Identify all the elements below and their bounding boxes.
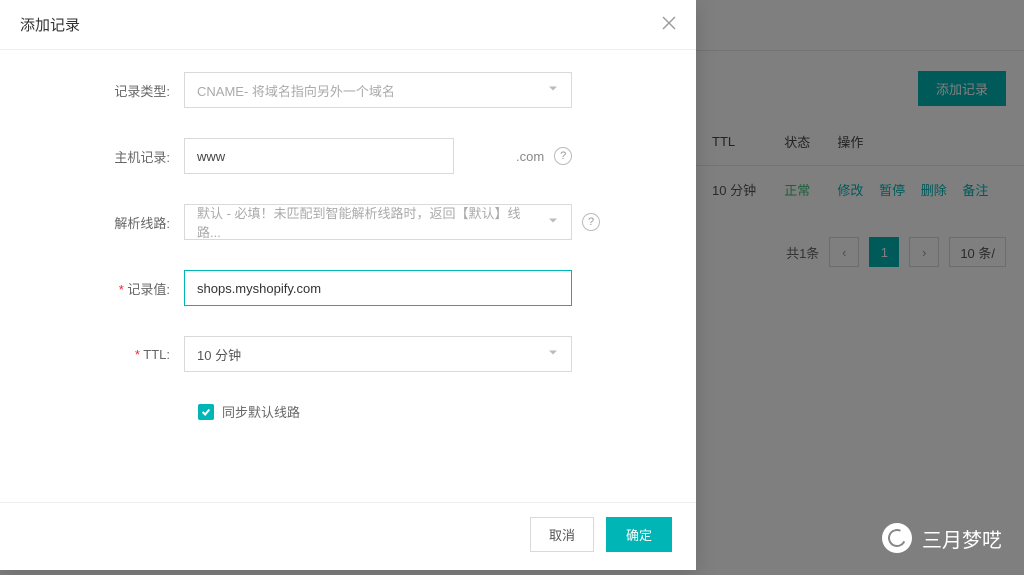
add-record-modal: 添加记录 记录类型: CNAME- 将域名指向另外一个域名 主机记录: <box>0 0 696 570</box>
label-line: 解析线路: <box>24 213 184 232</box>
watermark-text: 三月梦呓 <box>922 524 1002 553</box>
row-line: 解析线路: 默认 - 必填！未匹配到智能解析线路时，返回【默认】线路... ? <box>24 204 672 240</box>
chevron-down-icon <box>547 347 559 362</box>
host-input[interactable] <box>184 138 454 174</box>
row-ttl: TTL: 10 分钟 <box>24 336 672 372</box>
sync-default-label: 同步默认线路 <box>222 402 300 421</box>
confirm-button[interactable]: 确定 <box>606 517 672 552</box>
record-type-value: CNAME- 将域名指向另外一个域名 <box>197 81 395 100</box>
close-icon[interactable] <box>662 16 676 33</box>
row-record-value: 记录值: <box>24 270 672 306</box>
sync-default-checkbox[interactable] <box>198 404 214 420</box>
row-record-type: 记录类型: CNAME- 将域名指向另外一个域名 <box>24 72 672 108</box>
label-record-type: 记录类型: <box>24 81 184 100</box>
record-value-input[interactable] <box>184 270 572 306</box>
host-suffix: .com <box>516 149 544 164</box>
label-ttl: TTL: <box>24 347 184 362</box>
watermark: 三月梦呓 <box>882 523 1002 553</box>
row-host: 主机记录: .com ? <box>24 138 672 174</box>
help-icon[interactable]: ? <box>554 147 572 165</box>
label-host: 主机记录: <box>24 147 184 166</box>
line-select[interactable]: 默认 - 必填！未匹配到智能解析线路时，返回【默认】线路... <box>184 204 572 240</box>
line-value: 默认 - 必填！未匹配到智能解析线路时，返回【默认】线路... <box>197 203 537 241</box>
cancel-button[interactable]: 取消 <box>530 517 594 552</box>
ttl-value: 10 分钟 <box>197 345 241 364</box>
help-icon[interactable]: ? <box>582 213 600 231</box>
chevron-down-icon <box>547 215 559 230</box>
chevron-down-icon <box>547 83 559 98</box>
modal-footer: 取消 确定 <box>0 503 696 570</box>
label-record-value: 记录值: <box>24 279 184 298</box>
ttl-select[interactable]: 10 分钟 <box>184 336 572 372</box>
modal-body: 记录类型: CNAME- 将域名指向另外一个域名 主机记录: .com ? 解析 <box>0 50 696 502</box>
record-type-select[interactable]: CNAME- 将域名指向另外一个域名 <box>184 72 572 108</box>
modal-title: 添加记录 <box>20 14 80 35</box>
watermark-logo-icon <box>882 523 912 553</box>
row-sync-default: 同步默认线路 <box>198 402 672 421</box>
modal-header: 添加记录 <box>0 0 696 49</box>
